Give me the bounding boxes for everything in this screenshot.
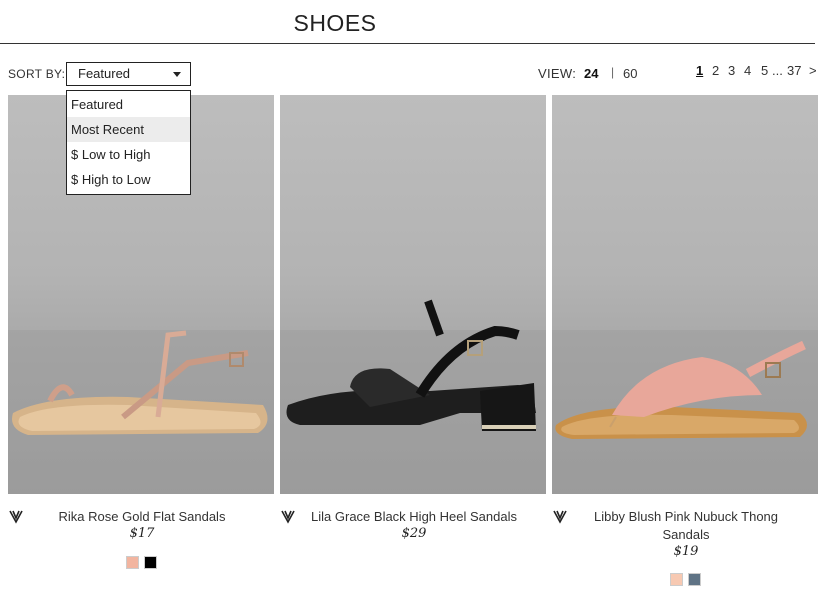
product-image[interactable] [552,95,818,494]
sort-option-low-to-high[interactable]: $ Low to High [67,142,190,167]
sort-selected-value: Featured [78,66,131,81]
product-price: $19 [673,544,699,559]
color-swatch[interactable] [669,573,683,586]
page-link-5[interactable]: 5 [761,63,768,78]
page-link-4[interactable]: 4 [744,63,751,78]
product-name[interactable]: Libby Blush Pink Nubuck Thong Sandals [572,508,800,544]
color-swatch[interactable] [125,556,139,569]
sort-by-label: SORT BY: [8,67,66,81]
color-swatches [552,573,818,586]
view-label: VIEW: [538,66,577,81]
heart-outline-icon[interactable] [552,508,568,524]
product-name[interactable]: Rika Rose Gold Flat Sandals [28,508,256,526]
sort-option-featured[interactable]: Featured [67,92,190,117]
heart-outline-icon[interactable] [280,508,296,524]
next-page-button[interactable]: > [809,63,817,78]
view-24-option[interactable]: 24 [584,66,598,81]
page-link-3[interactable]: 3 [728,63,735,78]
sort-option-high-to-low[interactable]: $ High to Low [67,167,190,192]
caret-down-icon [173,72,181,77]
product-image[interactable] [280,95,546,494]
sort-dropdown-menu: Featured Most Recent $ Low to High $ Hig… [66,90,191,195]
color-swatches [8,556,274,569]
heart-outline-icon[interactable] [8,508,24,524]
page-link-last[interactable]: 37 [787,63,801,78]
title-divider [0,43,815,44]
product-price: $29 [401,526,427,541]
product-name[interactable]: Lila Grace Black High Heel Sandals [300,508,528,526]
view-separator: | [611,65,615,79]
product-price: $17 [129,526,155,541]
page-link-2[interactable]: 2 [712,63,719,78]
product-card: Libby Blush Pink Nubuck Thong Sandals $1… [552,95,818,586]
view-60-option[interactable]: 60 [623,66,637,81]
sort-option-most-recent[interactable]: Most Recent [67,117,190,142]
color-swatch[interactable] [687,573,701,586]
page-link-1[interactable]: 1 [696,63,703,78]
page-ellipsis: ... [772,63,783,78]
color-swatch[interactable] [143,556,157,569]
product-card: Lila Grace Black High Heel Sandals $29 [280,95,546,541]
sort-select[interactable]: Featured [66,62,191,86]
page-title: SHOES [293,10,377,36]
